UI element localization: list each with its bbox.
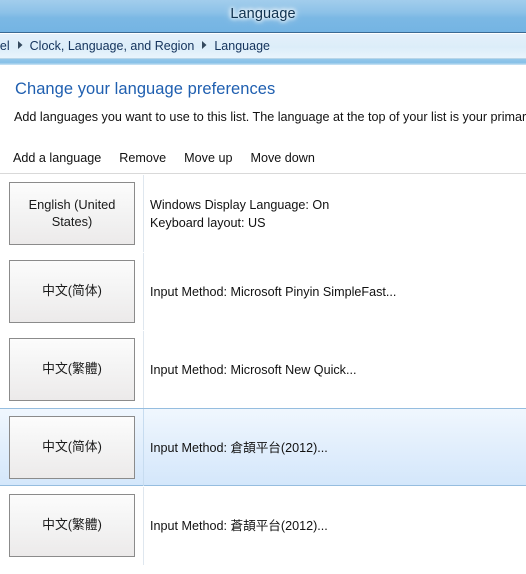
list-item[interactable]: English (United States) Windows Display … bbox=[0, 174, 526, 253]
detail-line: Input Method: Microsoft New Quick... bbox=[150, 362, 357, 377]
command-bar: Add a language Remove Move up Move down bbox=[0, 145, 526, 174]
window-title: Language bbox=[230, 6, 296, 22]
language-name-box[interactable]: 中文(简体) bbox=[9, 260, 135, 323]
page-title: Change your language preferences bbox=[15, 80, 276, 98]
language-name-box[interactable]: 中文(繁體) bbox=[9, 494, 135, 557]
language-details: Input Method: Microsoft New Quick... bbox=[150, 331, 526, 409]
list-item[interactable]: 中文(繁體) Input Method: 蒼頡平台(2012)... bbox=[0, 486, 526, 565]
language-name: English (United States) bbox=[28, 196, 116, 229]
language-name: 中文(繁體) bbox=[42, 517, 102, 533]
move-up-button[interactable]: Move up bbox=[175, 147, 241, 171]
chevron-right-icon[interactable] bbox=[17, 41, 23, 49]
language-settings-window: Language anel Clock, Language, and Regio… bbox=[0, 0, 526, 574]
window-title-bar: Language bbox=[0, 0, 526, 33]
detail-line: Input Method: 倉頡平台(2012)... bbox=[150, 440, 328, 455]
language-name: 中文(繁體) bbox=[42, 361, 102, 377]
language-details: Windows Display Language: On Keyboard la… bbox=[150, 175, 526, 253]
content-area: Change your language preferences Add lan… bbox=[0, 66, 526, 574]
row-divider bbox=[143, 175, 144, 253]
language-name-box[interactable]: English (United States) bbox=[9, 182, 135, 245]
row-divider bbox=[143, 253, 144, 331]
detail-line: Input Method: 蒼頡平台(2012)... bbox=[150, 518, 328, 533]
breadcrumb-item-control-panel[interactable]: anel bbox=[0, 39, 10, 53]
row-divider bbox=[143, 409, 144, 487]
page-description: Add languages you want to use to this li… bbox=[14, 110, 526, 124]
language-name-box[interactable]: 中文(简体) bbox=[9, 416, 135, 479]
row-divider bbox=[143, 487, 144, 565]
language-name-box[interactable]: 中文(繁體) bbox=[9, 338, 135, 401]
breadcrumb-item-language[interactable]: Language bbox=[214, 39, 270, 53]
remove-button[interactable]: Remove bbox=[110, 147, 175, 171]
language-list[interactable]: English (United States) Windows Display … bbox=[0, 174, 526, 574]
language-details: Input Method: 蒼頡平台(2012)... bbox=[150, 487, 526, 565]
row-divider bbox=[143, 331, 144, 409]
list-item-selected[interactable]: 中文(简体) Input Method: 倉頡平台(2012)... bbox=[0, 408, 526, 487]
move-down-button[interactable]: Move down bbox=[241, 147, 323, 171]
language-details: Input Method: Microsoft Pinyin SimpleFas… bbox=[150, 253, 526, 331]
chevron-right-icon[interactable] bbox=[202, 41, 207, 49]
breadcrumb-item-clock-language-region[interactable]: Clock, Language, and Region bbox=[30, 39, 195, 53]
add-a-language-button[interactable]: Add a language bbox=[4, 147, 110, 171]
language-name: 中文(简体) bbox=[42, 439, 102, 455]
detail-line: Keyboard layout: US bbox=[150, 216, 266, 230]
list-item[interactable]: 中文(繁體) Input Method: Microsoft New Quick… bbox=[0, 330, 526, 409]
breadcrumb-bar: anel Clock, Language, and Region Languag… bbox=[0, 34, 526, 59]
list-item[interactable]: 中文(简体) Input Method: Microsoft Pinyin Si… bbox=[0, 252, 526, 331]
language-details: Input Method: 倉頡平台(2012)... bbox=[150, 409, 526, 487]
detail-line: Input Method: Microsoft Pinyin SimpleFas… bbox=[150, 284, 397, 299]
detail-line: Windows Display Language: On bbox=[150, 197, 330, 212]
language-name: 中文(简体) bbox=[42, 283, 102, 299]
toolbar-strip bbox=[0, 59, 526, 66]
